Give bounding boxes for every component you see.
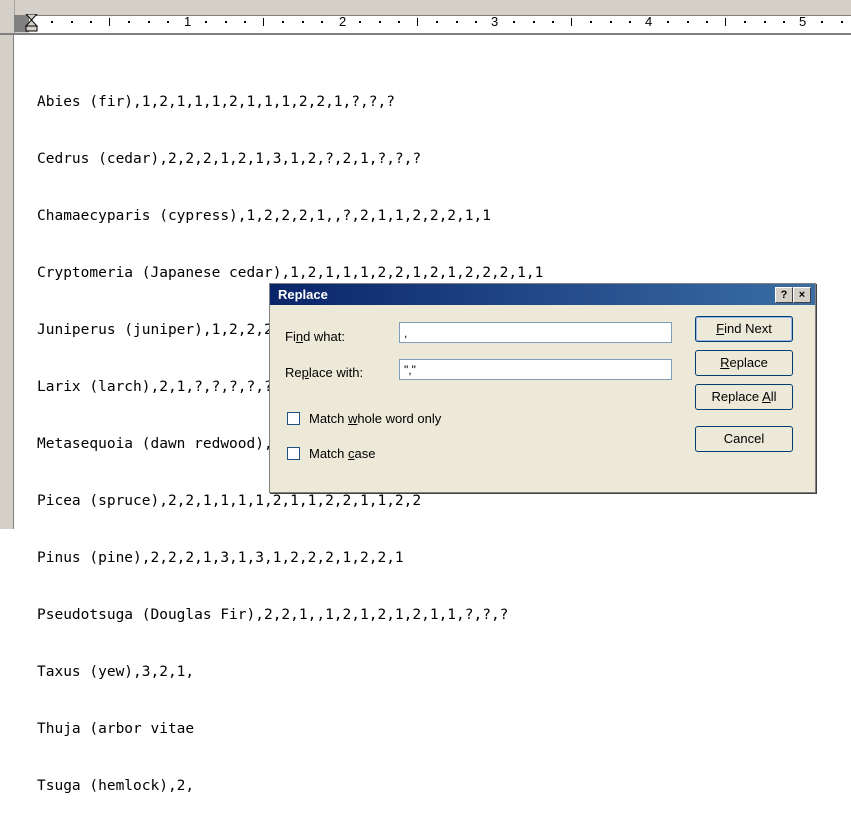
ruler-dot xyxy=(282,21,284,23)
button-label: Replace xyxy=(711,389,763,404)
ruler-dot xyxy=(148,21,150,23)
document-left-gutter xyxy=(0,35,14,529)
cancel-button[interactable]: Cancel xyxy=(695,426,793,452)
label-part: Fi xyxy=(285,329,296,344)
document-line: Tsuga (hemlock),2, xyxy=(37,778,195,794)
ruler-dot xyxy=(629,21,631,23)
ruler-dot xyxy=(513,21,515,23)
ruler-number: 5 xyxy=(799,14,807,29)
label-access-key: n xyxy=(295,329,304,344)
ruler-dot xyxy=(821,21,823,23)
replace-button[interactable]: Replace xyxy=(695,350,793,376)
ruler-half-tick xyxy=(725,18,726,26)
ruler-dot xyxy=(456,21,458,23)
document-line: Thuja (arbor vitae xyxy=(37,721,195,737)
ruler-number: 1 xyxy=(184,14,192,29)
ruler-dot xyxy=(379,21,381,23)
match-case-label[interactable]: Match case xyxy=(309,446,375,461)
close-icon: × xyxy=(798,289,806,301)
match-case-checkbox[interactable] xyxy=(287,447,300,460)
document-left-edge xyxy=(13,35,14,529)
help-button[interactable]: ? xyxy=(775,287,793,303)
document-line: Pseudotsuga (Douglas Fir),2,2,1,,1,2,1,2… xyxy=(37,607,509,623)
button-label: ind Next xyxy=(724,321,772,336)
document-line: Picea (spruce),2,2,1,1,1,1,2,1,1,2,2,1,1… xyxy=(37,493,422,509)
ruler-dot xyxy=(302,21,304,23)
button-access-key: R xyxy=(720,355,730,370)
ruler-dot xyxy=(533,21,535,23)
ruler-dot xyxy=(552,21,554,23)
ruler-dot xyxy=(225,21,227,23)
ruler-number: 3 xyxy=(491,14,499,29)
close-button[interactable]: × xyxy=(793,287,811,303)
replace-dialog: Replace ? × Find what: , Replace with: "… xyxy=(269,283,816,493)
document-line: Abies (fir),1,2,1,1,1,2,1,1,1,2,2,1,?,?,… xyxy=(37,94,395,110)
find-next-button[interactable]: Find Next xyxy=(695,316,793,342)
match-whole-word-label[interactable]: Match whole word only xyxy=(309,411,441,426)
label-access-key: p xyxy=(301,365,309,380)
ruler-number: 4 xyxy=(645,14,653,29)
label-part: Match xyxy=(309,411,349,426)
button-label: eplace xyxy=(729,355,768,370)
ruler-half-tick xyxy=(571,18,572,26)
ruler-dot xyxy=(590,21,592,23)
label-part: Re xyxy=(285,365,302,380)
ruler-strip xyxy=(29,15,851,33)
ruler-dot xyxy=(610,21,612,23)
ruler-dot xyxy=(205,21,207,23)
dialog-title-bar[interactable]: Replace ? × xyxy=(270,284,815,305)
ruler-half-tick xyxy=(263,18,264,26)
label-part: lace with: xyxy=(308,365,364,380)
help-icon: ? xyxy=(780,289,788,301)
match-whole-word-checkbox[interactable] xyxy=(287,412,300,425)
label-part: hole word only xyxy=(357,411,442,426)
document-line: Cedrus (cedar),2,2,2,1,2,1,3,1,2,?,2,1,?… xyxy=(37,151,422,167)
ruler-number: 2 xyxy=(339,14,347,29)
label-part: ase xyxy=(354,446,376,461)
ruler-dot xyxy=(841,21,843,23)
replace-with-label: Replace with: xyxy=(285,365,363,380)
ruler-dot xyxy=(783,21,785,23)
dialog-title: Replace xyxy=(278,287,328,302)
label-part: Match xyxy=(309,446,349,461)
label-access-key: w xyxy=(348,411,358,426)
ruler-dot xyxy=(359,21,361,23)
indent-marker-icon[interactable] xyxy=(25,14,38,32)
ruler-half-tick xyxy=(109,18,110,26)
ruler-dot xyxy=(71,21,73,23)
document-line: Chamaecyparis (cypress),1,2,2,2,1,,?,2,1… xyxy=(37,208,491,224)
ruler: 1 2 3 4 5 xyxy=(0,0,851,35)
button-access-key: A xyxy=(762,389,771,404)
ruler-dot xyxy=(244,21,246,23)
ruler-dot xyxy=(128,21,130,23)
find-what-label: Find what: xyxy=(285,329,345,344)
document-line: Taxus (yew),3,2,1, xyxy=(37,664,195,680)
ruler-dot xyxy=(51,21,53,23)
label-part: d what: xyxy=(303,329,345,344)
replace-with-input[interactable]: "," xyxy=(399,359,672,380)
ruler-dot xyxy=(764,21,766,23)
ruler-dot xyxy=(436,21,438,23)
ruler-dot xyxy=(667,21,669,23)
replace-all-button[interactable]: Replace All xyxy=(695,384,793,410)
ruler-dot xyxy=(90,21,92,23)
ruler-dot xyxy=(706,21,708,23)
ruler-dot xyxy=(398,21,400,23)
ruler-dot xyxy=(321,21,323,23)
button-label: ll xyxy=(770,389,777,404)
document-line: Pinus (pine),2,2,2,1,3,1,3,1,2,2,2,1,2,2… xyxy=(37,550,404,566)
ruler-left-margin xyxy=(0,0,15,34)
ruler-dot xyxy=(744,21,746,23)
ruler-half-tick xyxy=(417,18,418,26)
button-access-key: F xyxy=(716,321,725,336)
ruler-dot xyxy=(167,21,169,23)
ruler-dot xyxy=(475,21,477,23)
find-what-input[interactable]: , xyxy=(399,322,672,343)
document-line: Cryptomeria (Japanese cedar),1,2,1,1,1,2… xyxy=(37,265,544,281)
ruler-dot xyxy=(687,21,689,23)
